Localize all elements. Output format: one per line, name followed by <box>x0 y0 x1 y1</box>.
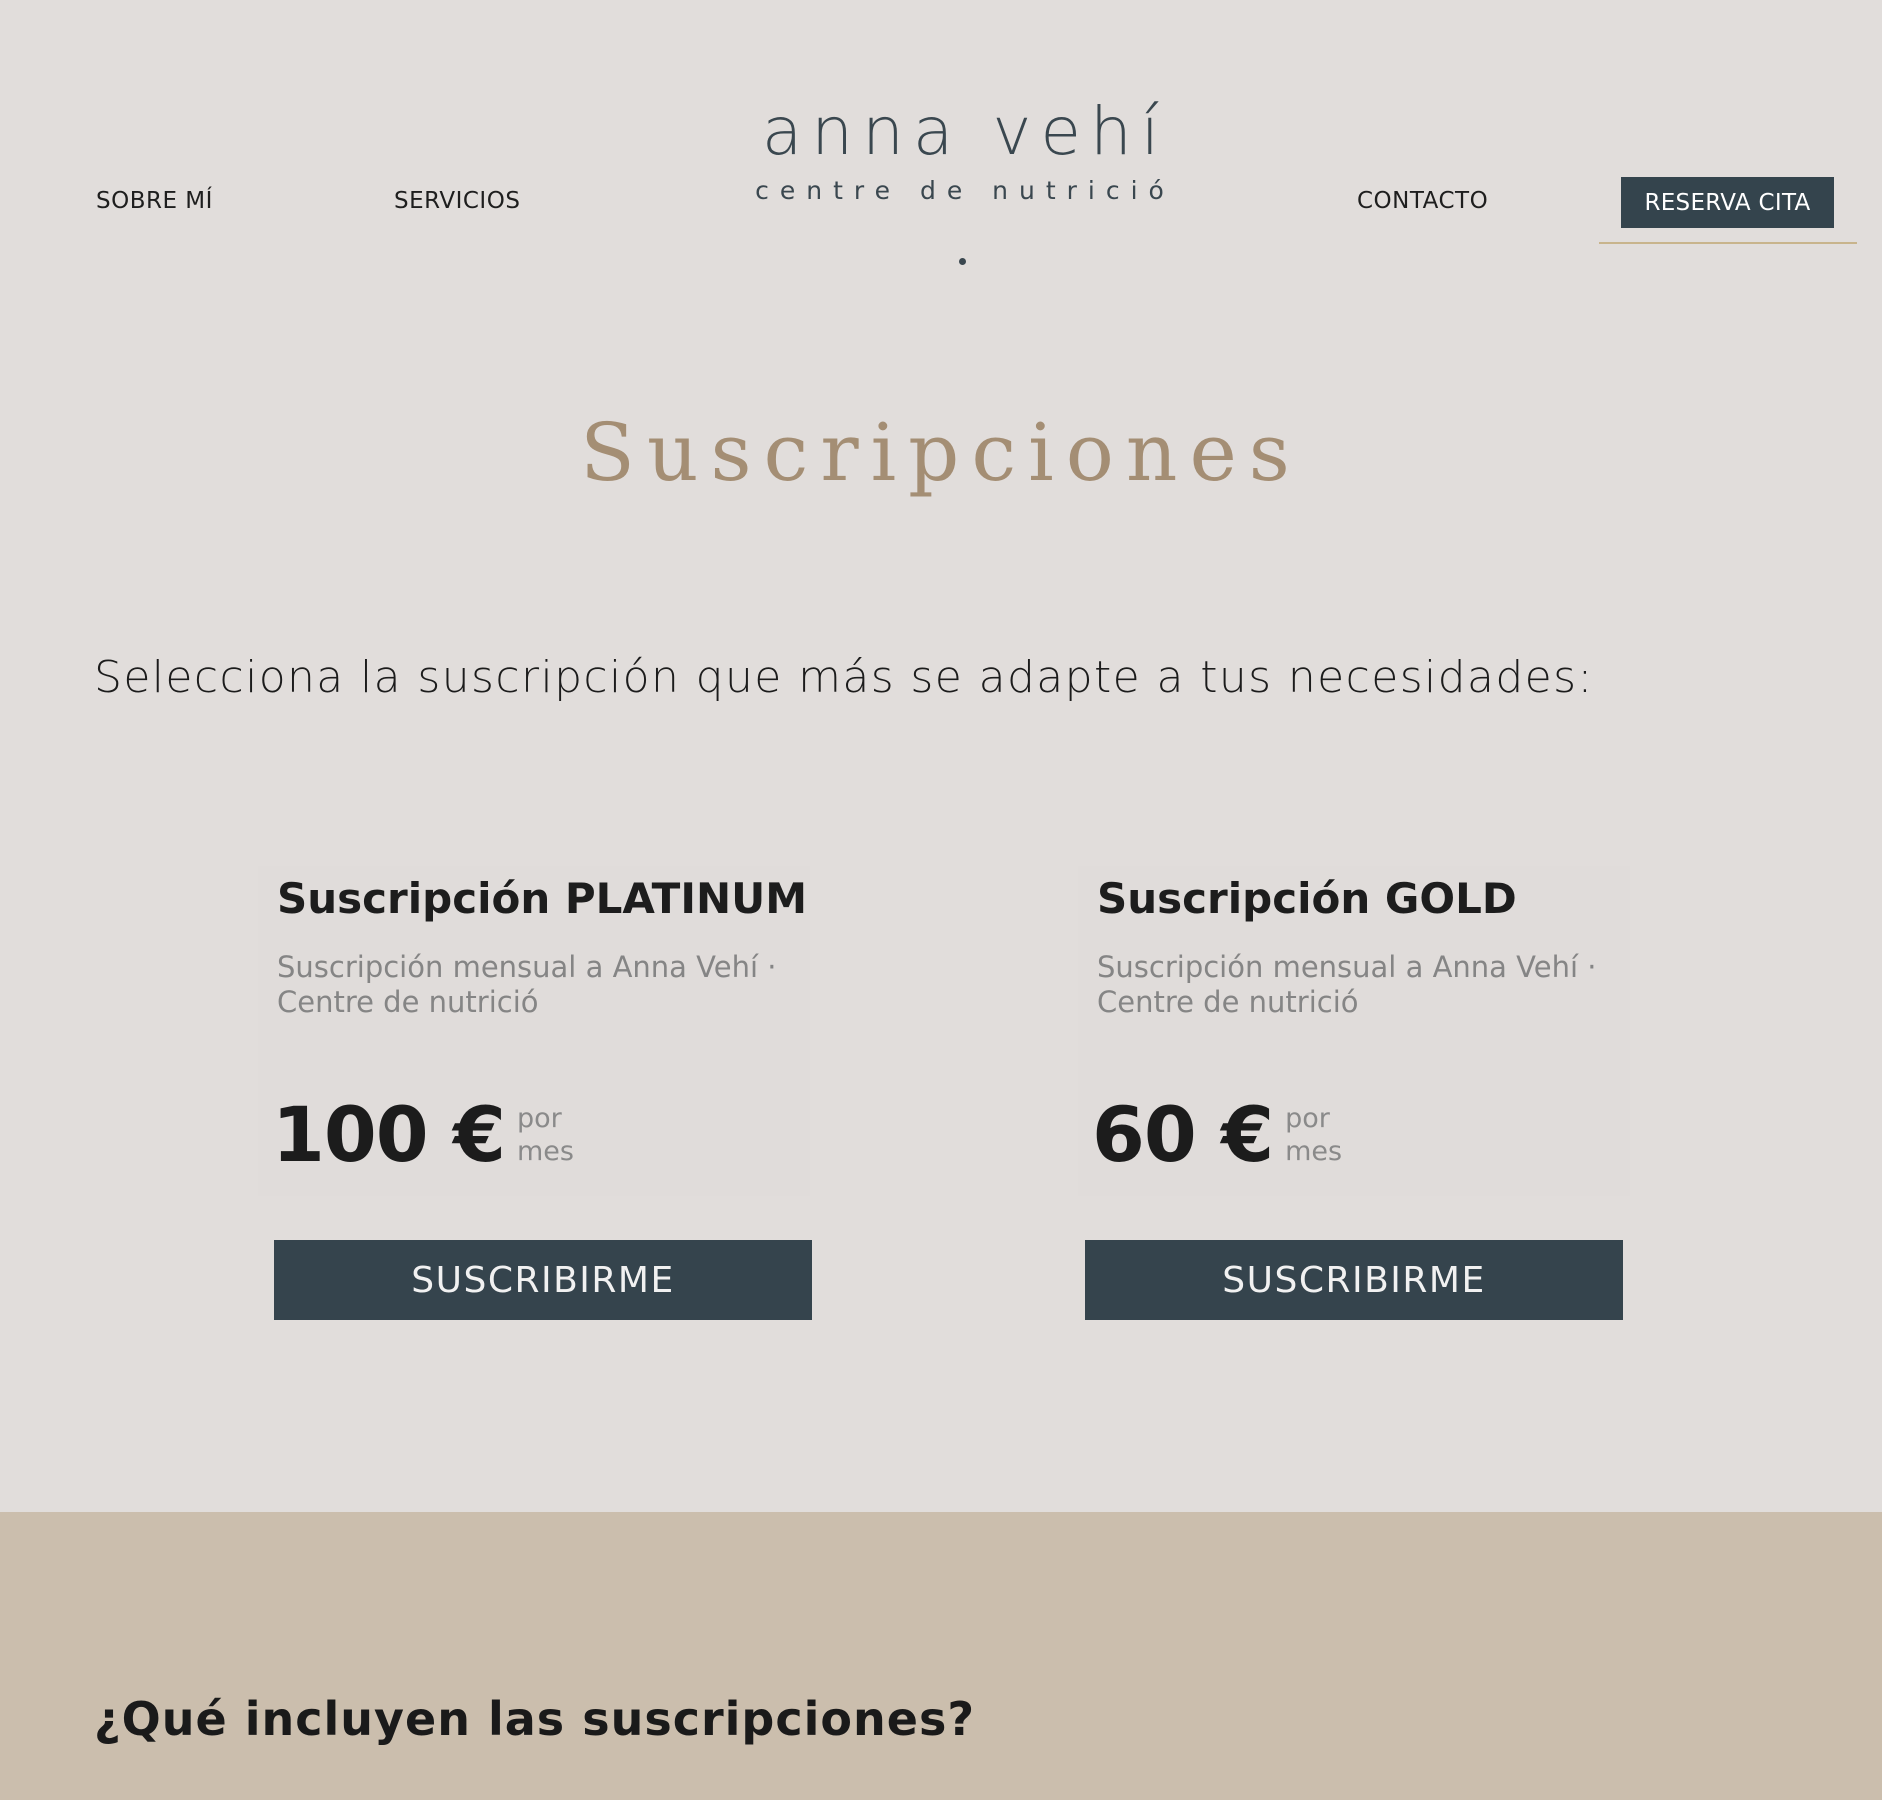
active-indicator-dot <box>959 258 966 265</box>
nav-servicios[interactable]: SERVICIOS <box>394 188 520 214</box>
nav-contacto[interactable]: CONTACTO <box>1357 188 1488 214</box>
plan-title: Suscripción PLATINUM <box>277 874 808 923</box>
plan-price-row: 100 € por mes <box>272 1090 574 1179</box>
plan-period: por mes <box>1285 1102 1342 1168</box>
logo[interactable]: anna vehí centre de nutrició <box>700 92 1230 208</box>
plan-period-line1: por <box>1285 1102 1330 1134</box>
intro-text: Selecciona la suscripción que más se ada… <box>94 652 1594 703</box>
page-title: Suscripciones <box>580 406 1302 499</box>
plan-description: Suscripción mensual a Anna Vehí · Centre… <box>1097 950 1597 1019</box>
plan-period-line2: mes <box>516 1135 574 1167</box>
plan-period: por mes <box>517 1102 574 1168</box>
plan-period-line2: mes <box>1285 1135 1343 1167</box>
includes-section: ¿Qué incluyen las suscripciones? <box>0 1512 1882 1800</box>
plan-card-platinum: Suscripción PLATINUM Suscripción mensual… <box>258 866 810 1196</box>
plan-description: Suscripción mensual a Anna Vehí · Centre… <box>277 950 777 1019</box>
plan-price-row: 60 € por mes <box>1092 1090 1342 1179</box>
reserva-underline-divider <box>1599 242 1857 244</box>
reserva-cita-button[interactable]: RESERVA CITA <box>1621 177 1834 228</box>
plan-price: 100 € <box>272 1090 506 1179</box>
includes-heading: ¿Qué incluyen las suscripciones? <box>94 1692 976 1746</box>
subscribe-gold-button[interactable]: SUSCRIBIRME <box>1085 1240 1623 1320</box>
logo-subtitle: centre de nutrició <box>755 176 1175 205</box>
plan-price: 60 € <box>1092 1090 1274 1179</box>
subscribe-platinum-button[interactable]: SUSCRIBIRME <box>274 1240 812 1320</box>
logo-name: anna vehí <box>761 93 1169 170</box>
plan-period-line1: por <box>516 1102 562 1134</box>
nav-sobre-mi[interactable]: SOBRE MÍ <box>96 188 213 214</box>
page: SOBRE MÍ SERVICIOS anna vehí centre de n… <box>0 0 1882 1800</box>
site-header: SOBRE MÍ SERVICIOS anna vehí centre de n… <box>0 0 1882 300</box>
plan-title: Suscripción GOLD <box>1097 874 1517 923</box>
plan-card-gold: Suscripción GOLD Suscripción mensual a A… <box>1078 866 1630 1196</box>
